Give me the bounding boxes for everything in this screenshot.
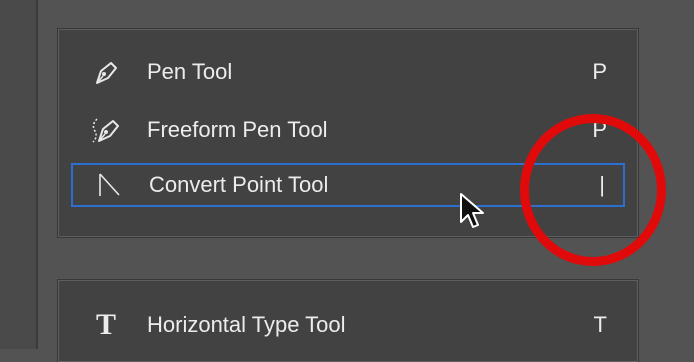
freeform-pen-icon xyxy=(89,115,123,145)
convert-point-icon xyxy=(91,170,125,200)
tool-label: Freeform Pen Tool xyxy=(147,117,328,142)
tool-label: Convert Point Tool xyxy=(149,172,329,197)
type-tools-flyout: T Horizontal Type Tool T xyxy=(58,280,638,362)
type-icon: T xyxy=(89,310,123,340)
type-glyph: T xyxy=(95,308,116,341)
tool-shortcut: P xyxy=(592,59,607,84)
tools-panel-strip xyxy=(0,0,38,349)
mouse-cursor-icon xyxy=(458,192,488,232)
tool-label: Horizontal Type Tool xyxy=(147,312,346,337)
pen-icon xyxy=(89,57,123,87)
tool-item-horizontal-type[interactable]: T Horizontal Type Tool T xyxy=(71,303,625,347)
annotation-circle xyxy=(520,114,666,266)
tool-item-pen[interactable]: Pen Tool P xyxy=(71,50,625,94)
tool-label: Pen Tool xyxy=(147,59,233,84)
tool-shortcut: T xyxy=(593,312,607,337)
